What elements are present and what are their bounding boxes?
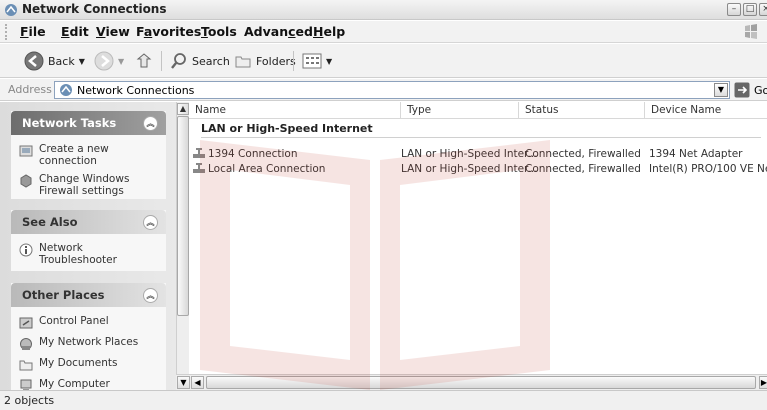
up-folder-button[interactable] [135, 50, 155, 72]
see-also-panel: See Also ︽ Network Troubleshooter [11, 210, 166, 271]
status-bar: 2 objects [0, 390, 767, 410]
address-dropdown-button[interactable]: ▼ [714, 83, 728, 97]
group-divider [201, 137, 761, 138]
connection-name: Local Area Connection [208, 163, 326, 175]
up-folder-icon [136, 53, 152, 68]
forward-dropdown-icon[interactable]: ▼ [118, 57, 124, 66]
connection-type: LAN or High-Speed Inter... [401, 163, 538, 175]
menu-view[interactable]: View [96, 24, 130, 39]
network-connections-icon [5, 4, 17, 16]
menu-favorites[interactable]: Favorites [136, 24, 201, 39]
back-arrow-icon [24, 51, 44, 71]
menu-help[interactable]: Help [313, 24, 345, 39]
scroll-right-arrow-icon[interactable]: ▶ [759, 376, 767, 389]
views-icon [302, 53, 322, 69]
connection-status: Connected, Firewalled [525, 148, 641, 160]
column-header-name[interactable]: Name [189, 102, 401, 119]
firewall-icon [20, 174, 32, 188]
my-computer-link[interactable]: My Computer [11, 376, 166, 390]
scroll-thumb[interactable] [177, 116, 189, 316]
toolbar: Back ▼ ▼ Search Folders ▼ [0, 44, 767, 78]
network-adapter-icon [193, 148, 205, 158]
forward-arrow-icon [94, 51, 114, 71]
back-dropdown-icon[interactable]: ▼ [79, 57, 85, 66]
scroll-up-arrow-icon[interactable]: ▲ [177, 103, 189, 115]
menu-grip[interactable] [5, 24, 8, 40]
address-label: Address [8, 83, 52, 96]
minimize-button[interactable]: – [727, 3, 741, 16]
network-connections-icon [60, 84, 72, 96]
horizontal-scroll-thumb[interactable] [206, 376, 756, 389]
task-pane-scrollbar[interactable]: ▲ ▼ [176, 102, 189, 390]
address-bar: Address Network Connections ▼ Go [0, 79, 767, 101]
toolbar-separator [161, 51, 162, 71]
device-name: 1394 Net Adapter [649, 148, 743, 160]
maximize-button[interactable]: □ [743, 3, 757, 16]
connection-name: 1394 Connection [208, 148, 298, 160]
group-header: LAN or High-Speed Internet [201, 122, 373, 135]
menu-edit[interactable]: Edit [61, 24, 89, 39]
back-button[interactable]: Back ▼ [24, 50, 85, 72]
network-adapter-icon [193, 163, 205, 173]
connection-status: Connected, Firewalled [525, 163, 641, 175]
scroll-left-arrow-icon[interactable]: ◀ [191, 376, 204, 389]
network-troubleshooter-link[interactable]: Network Troubleshooter [11, 240, 166, 270]
column-header-type[interactable]: Type [401, 102, 519, 119]
windows-logo-icon [745, 24, 757, 39]
documents-folder-icon [19, 360, 33, 371]
change-firewall-link[interactable]: Change Windows Firewall settings [11, 171, 166, 201]
menu-file[interactable]: File [20, 24, 46, 39]
menu-tools[interactable]: Tools [201, 24, 237, 39]
views-dropdown-icon[interactable]: ▼ [326, 57, 332, 66]
views-button[interactable]: ▼ [302, 50, 332, 72]
scroll-down-icon[interactable]: ▼ [177, 376, 190, 389]
connections-list: Name Type Status Device Name LAN or High… [189, 102, 767, 374]
network-places-icon [20, 338, 32, 350]
folders-icon [235, 56, 251, 68]
status-text: 2 objects [4, 394, 55, 407]
other-places-header[interactable]: Other Places ︽ [11, 283, 166, 307]
search-button[interactable]: Search [170, 50, 230, 72]
computer-icon [20, 379, 32, 390]
other-places-panel: Other Places ︽ Control Panel My Network … [11, 283, 166, 390]
connection-type: LAN or High-Speed Inter... [401, 148, 538, 160]
menu-advanced[interactable]: Advanced [244, 24, 313, 39]
my-documents-link[interactable]: My Documents [11, 355, 166, 376]
create-connection-link[interactable]: Create a new connection [11, 141, 166, 171]
go-button[interactable]: Go [734, 82, 767, 98]
collapse-chevron-icon[interactable]: ︽ [143, 287, 158, 303]
collapse-chevron-icon[interactable]: ︽ [143, 214, 158, 230]
horizontal-scrollbar[interactable]: ▼ ◀ ▶ [176, 374, 767, 390]
close-button[interactable]: × [759, 3, 767, 16]
task-pane: Network Tasks ︽ Create a new connection … [0, 102, 176, 390]
go-arrow-icon [734, 82, 750, 98]
window-title: Network Connections [22, 2, 167, 16]
device-name: Intel(R) PRO/100 VE Net... [649, 163, 767, 175]
title-bar: Network Connections – □ × [0, 0, 767, 20]
network-tasks-panel: Network Tasks ︽ Create a new connection … [11, 111, 166, 199]
column-header-status[interactable]: Status [519, 102, 645, 119]
network-tasks-header[interactable]: Network Tasks ︽ [11, 111, 166, 135]
see-also-header[interactable]: See Also ︽ [11, 210, 166, 234]
address-input[interactable]: Network Connections ▼ [54, 81, 730, 99]
control-panel-icon [19, 317, 33, 329]
control-panel-link[interactable]: Control Panel [11, 313, 166, 334]
search-icon [171, 53, 186, 69]
info-icon [19, 243, 33, 257]
my-network-places-link[interactable]: My Network Places [11, 334, 166, 355]
folders-button[interactable]: Folders [234, 50, 296, 72]
forward-button[interactable]: ▼ [94, 50, 124, 72]
column-header-device-name[interactable]: Device Name [645, 102, 767, 119]
toolbar-separator [293, 51, 294, 71]
menu-bar: File Edit View Favorites Tools Advanced … [0, 21, 767, 43]
collapse-chevron-icon[interactable]: ︽ [143, 115, 158, 131]
new-connection-icon [19, 145, 33, 157]
